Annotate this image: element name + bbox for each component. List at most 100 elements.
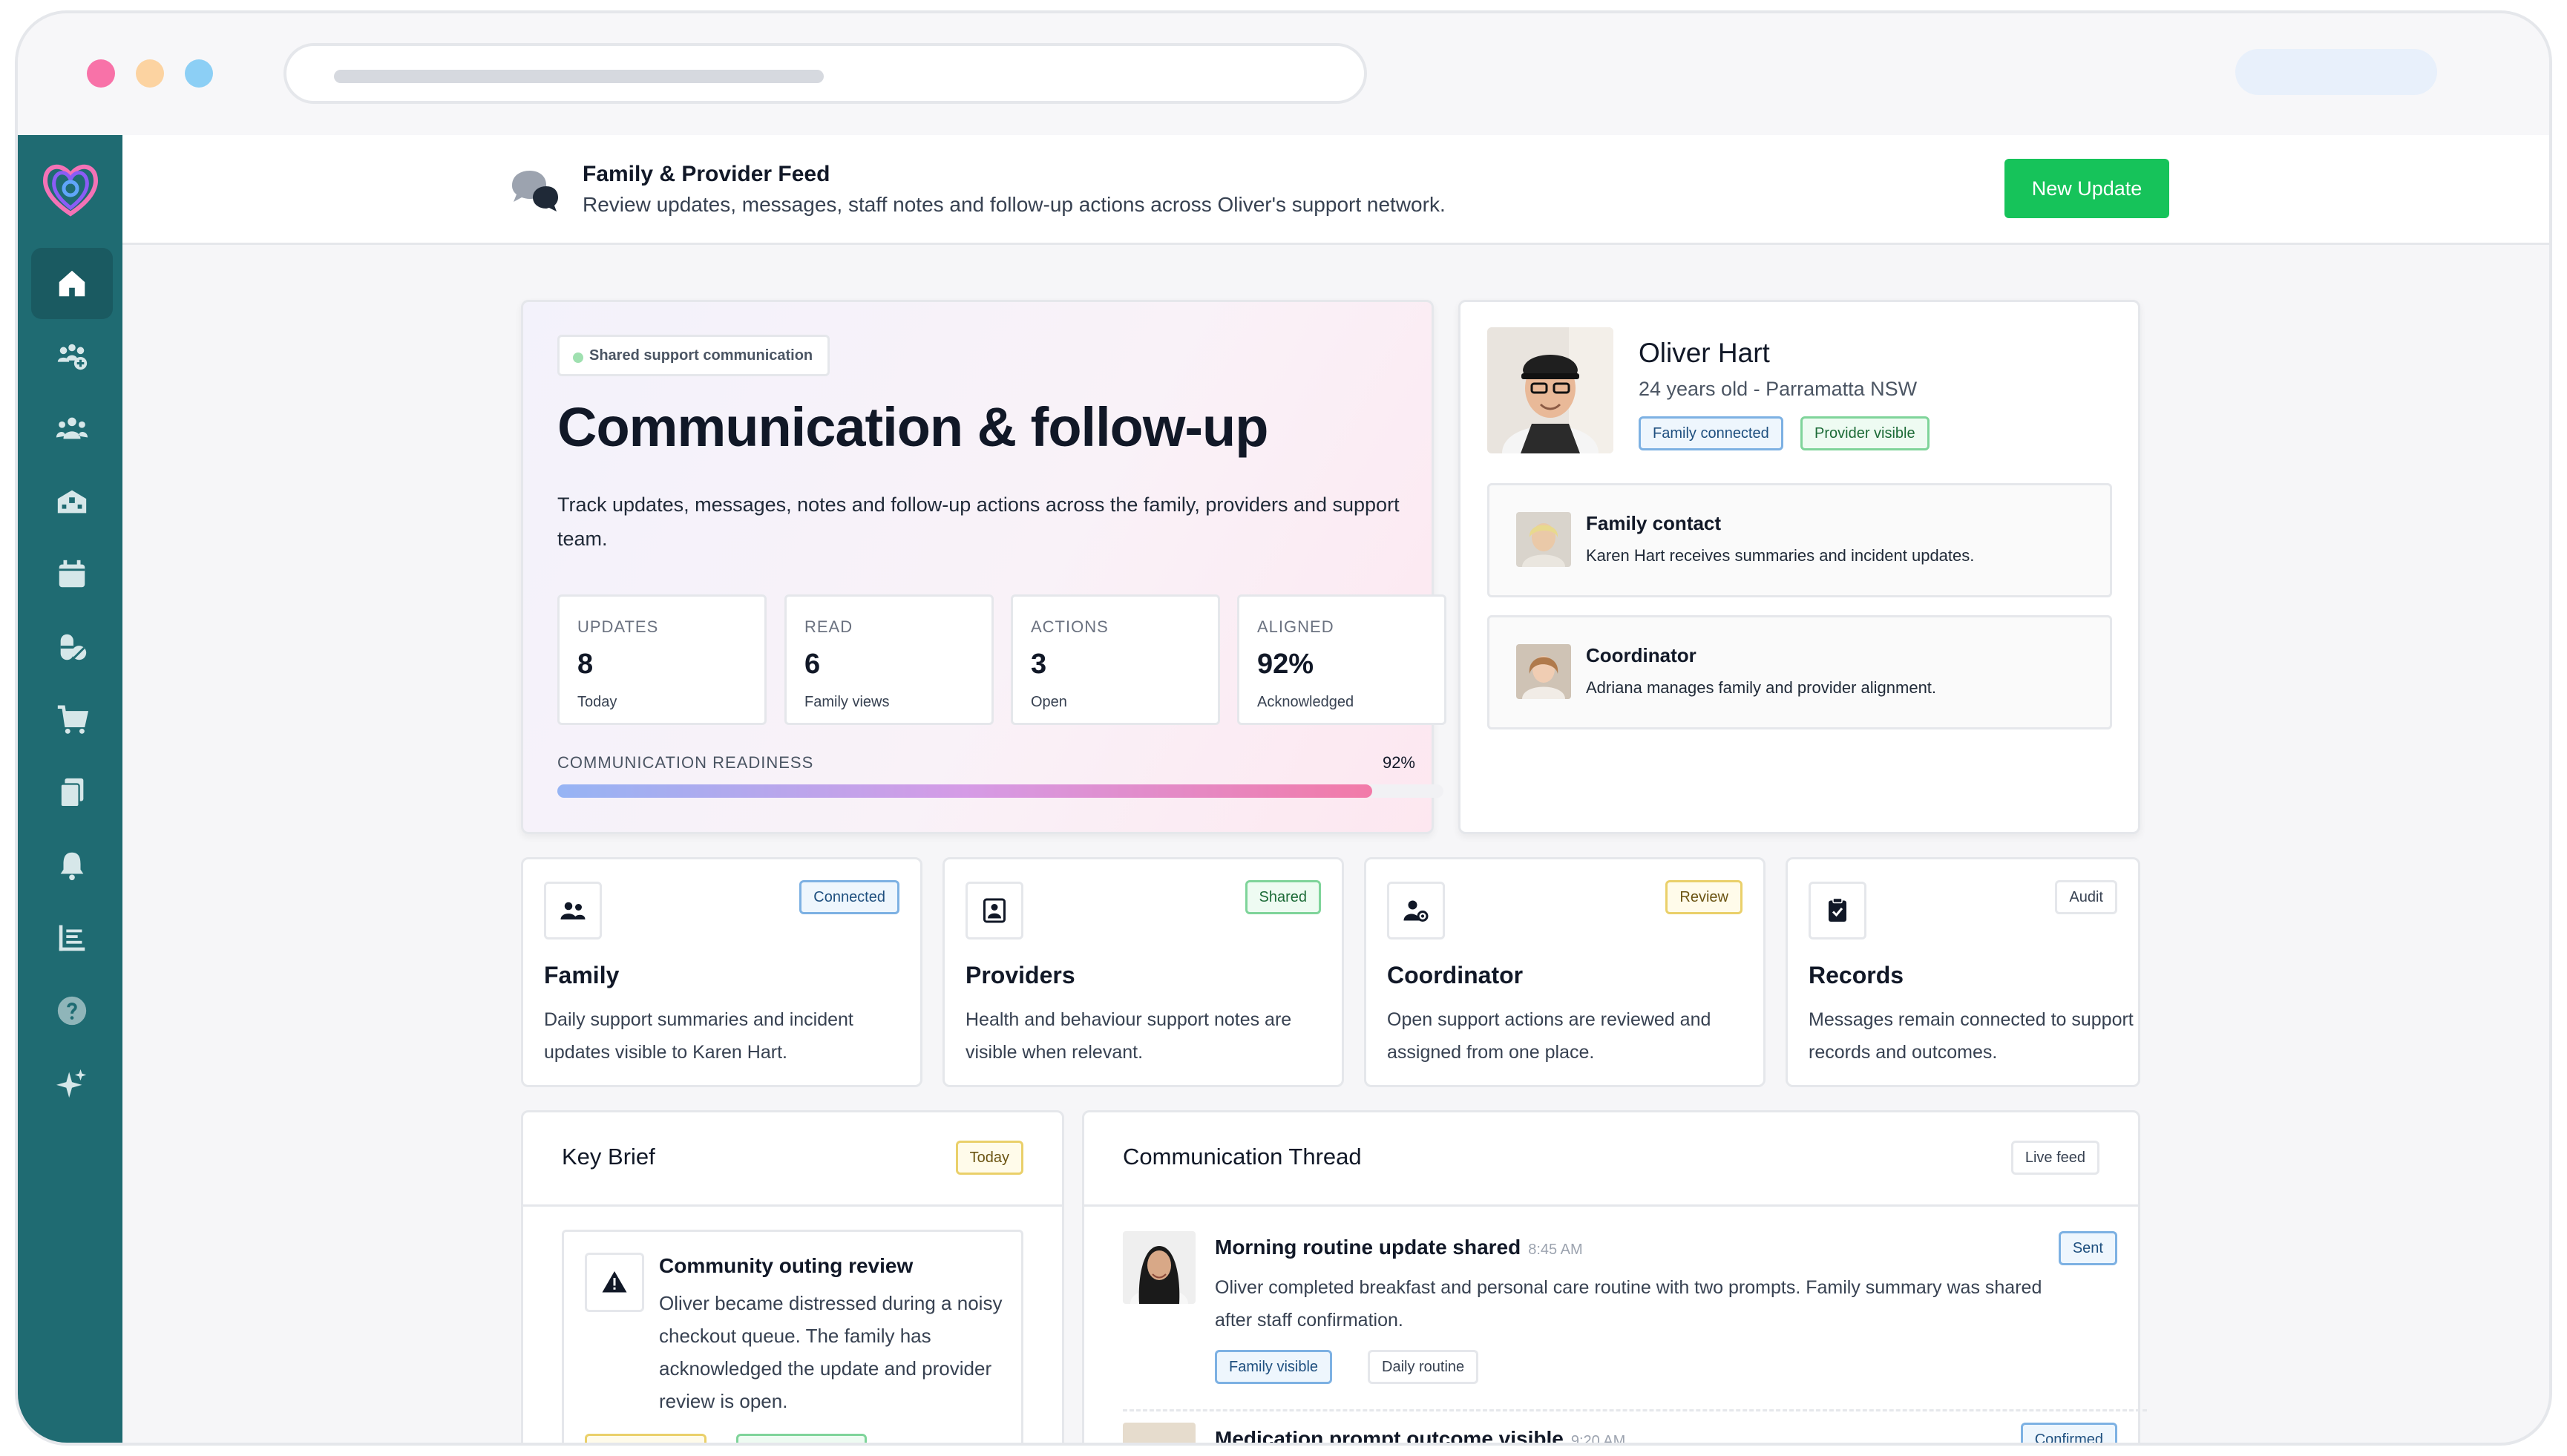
hero-title: Communication & follow-up (557, 396, 1268, 458)
review-badge: Review (1665, 880, 1743, 914)
nav-facility[interactable] (31, 466, 113, 537)
daily-routine-chip: Daily routine (1368, 1350, 1479, 1384)
browser-window: Family & Provider Feed Review updates, m… (15, 10, 2552, 1446)
staff-avatar (1123, 1423, 1196, 1443)
family-contact-card[interactable]: Family contact Karen Hart receives summa… (1487, 483, 2112, 597)
stat-updates: UPDATES 8 Today (557, 594, 767, 725)
help-icon (57, 996, 87, 1026)
shared-badge: Shared (1245, 880, 1321, 914)
message-title: Morning routine update shared 8:45 AM (1215, 1236, 1583, 1259)
coordinator-contact-card[interactable]: Coordinator Adriana manages family and p… (1487, 615, 2112, 729)
feature-card-providers[interactable]: Shared Providers Health and behaviour su… (942, 857, 1344, 1087)
brief-item-title: Community outing review (659, 1254, 914, 1277)
stat-actions: ACTIONS 3 Open (1011, 594, 1220, 725)
page-title: Family & Provider Feed (583, 162, 830, 186)
readiness-progress-track (557, 784, 1443, 798)
sidebar (18, 135, 122, 1443)
team-icon (56, 417, 88, 439)
live-feed-badge: Live feed (2010, 1141, 2099, 1175)
page-header: Family & Provider Feed Review updates, m… (122, 135, 2549, 245)
key-brief-panel: Key Brief Today Community outing review … (521, 1110, 1064, 1443)
page-subtitle: Review updates, messages, staff notes an… (583, 193, 1446, 216)
message-divider (1123, 1409, 2147, 1411)
nav-reports[interactable] (31, 902, 113, 974)
new-update-button[interactable]: New Update (2004, 159, 2169, 218)
provider-visible-chip: Provider visible (1800, 416, 1930, 450)
nav-documents[interactable] (31, 757, 113, 828)
participant-name: Oliver Hart (1639, 338, 1770, 368)
communication-thread-panel: Communication Thread Live feed Morning r… (1082, 1110, 2147, 1446)
main-content: Family & Provider Feed Review updates, m… (122, 135, 2549, 1446)
stat-label: ALIGNED (1257, 617, 1334, 636)
browser-action-pill[interactable] (2235, 49, 2437, 95)
participant-subtitle: 24 years old - Parramatta NSW (1639, 378, 1918, 400)
nav-medication[interactable] (31, 611, 113, 683)
hero-description: Track updates, messages, notes and follo… (557, 493, 1400, 550)
address-bar[interactable] (283, 43, 1367, 104)
message-title-text: Morning routine update shared (1215, 1236, 1521, 1259)
participant-avatar[interactable] (1487, 327, 1613, 453)
stat-value: 8 (577, 649, 594, 680)
feature-description: Messages remain connected to support rec… (1809, 1009, 2134, 1063)
nav-ai-assistant[interactable] (31, 1048, 113, 1119)
message-time: 8:45 AM (1528, 1242, 1583, 1258)
close-window-button[interactable] (87, 59, 115, 88)
feature-card-coordinator[interactable]: Review Coordinator Open support actions … (1364, 857, 1766, 1087)
shared-support-tag: Shared support communication (557, 335, 830, 376)
cart-icon (57, 705, 89, 734)
participant-profile-card: Oliver Hart 24 years old - Parramatta NS… (1458, 300, 2140, 834)
nav-calendar[interactable] (31, 539, 113, 610)
warning-icon (585, 1253, 644, 1312)
family-visible-chip: Family visible (1215, 1350, 1333, 1384)
nav-home[interactable] (31, 248, 113, 319)
family-update-chip: Family update (585, 1434, 707, 1443)
stat-read: READ 6 Family views (784, 594, 994, 725)
feature-title: Coordinator (1387, 962, 1524, 988)
nav-team[interactable] (31, 393, 113, 465)
bell-icon (60, 852, 84, 881)
feature-title: Providers (966, 962, 1075, 988)
message-title-text: Medication prompt outcome visible (1215, 1427, 1564, 1446)
user-settings-icon (1387, 882, 1445, 939)
brief-item-community-outing[interactable]: Community outing review Oliver became di… (562, 1230, 1023, 1443)
confirmed-status-badge: Confirmed (2020, 1423, 2117, 1443)
list-report-icon (59, 925, 85, 951)
provider-review-chip: Provider review (736, 1434, 867, 1443)
feature-card-family[interactable]: Connected Family Daily support summaries… (521, 857, 922, 1087)
coordinator-avatar (1516, 644, 1571, 699)
nav-help[interactable] (31, 975, 113, 1046)
stat-value: 92% (1257, 649, 1314, 680)
stat-value: 6 (804, 649, 821, 680)
today-badge: Today (955, 1141, 1023, 1175)
minimize-window-button[interactable] (136, 59, 164, 88)
calendar-icon (59, 560, 85, 588)
chat-bubbles-icon (508, 165, 561, 218)
stat-aligned: ALIGNED 92% Acknowledged (1237, 594, 1446, 725)
stat-caption: Today (577, 694, 617, 710)
nav-shopping[interactable] (31, 684, 113, 755)
contact-description: Adriana manages family and provider alig… (1586, 678, 1937, 697)
app-logo-icon[interactable] (37, 156, 104, 223)
feature-description: Open support actions are reviewed and as… (1387, 1009, 1711, 1063)
browser-chrome (18, 13, 2549, 135)
feature-card-records[interactable]: Audit Records Messages remain connected … (1786, 857, 2140, 1087)
key-brief-title: Key Brief (562, 1144, 655, 1170)
family-connected-chip: Family connected (1639, 416, 1783, 450)
building-icon (57, 490, 87, 514)
stat-label: READ (804, 617, 853, 636)
nav-add-participant[interactable] (31, 321, 113, 392)
message-time: 9:20 AM (1570, 1433, 1626, 1446)
family-icon (544, 882, 602, 939)
contact-title: Coordinator (1586, 644, 1696, 666)
hero-card: Shared support communication Communicati… (521, 300, 1446, 834)
provider-badge-icon (966, 882, 1023, 939)
medication-icon (60, 634, 87, 660)
panel-divider (523, 1204, 1062, 1207)
brief-item-description: Oliver became distressed during a noisy … (659, 1292, 1003, 1412)
stat-caption: Open (1031, 694, 1067, 710)
maximize-window-button[interactable] (185, 59, 213, 88)
stat-caption: Family views (804, 694, 890, 710)
stat-label: UPDATES (577, 617, 659, 636)
nav-notifications[interactable] (31, 830, 113, 901)
sent-status-badge: Sent (2058, 1231, 2117, 1265)
